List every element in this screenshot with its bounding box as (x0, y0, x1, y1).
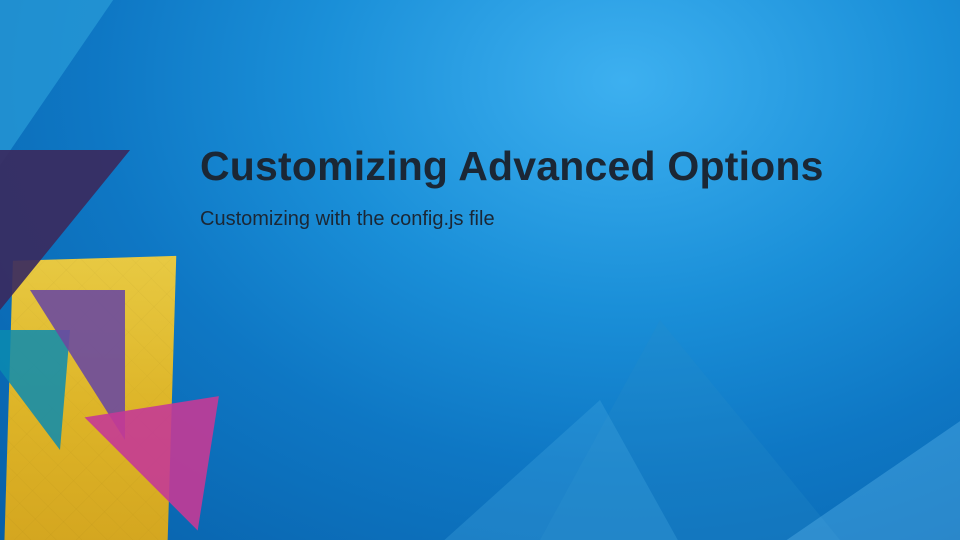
background-decoration (0, 0, 960, 540)
decor-triangle (0, 0, 120, 180)
decor-triangle (400, 400, 700, 540)
slide-content: Customizing Advanced Options Customizing… (200, 142, 880, 231)
decor-triangle (670, 380, 960, 540)
decor-triangle (85, 340, 276, 531)
decor-triangle (540, 320, 840, 540)
slide-title: Customizing Advanced Options (200, 142, 880, 190)
presentation-slide: Customizing Advanced Options Customizing… (0, 0, 960, 540)
decor-triangle (0, 330, 70, 450)
slide-subtitle: Customizing with the config.js file (200, 208, 880, 231)
decor-triangle (30, 290, 125, 440)
decor-triangle (0, 150, 130, 310)
